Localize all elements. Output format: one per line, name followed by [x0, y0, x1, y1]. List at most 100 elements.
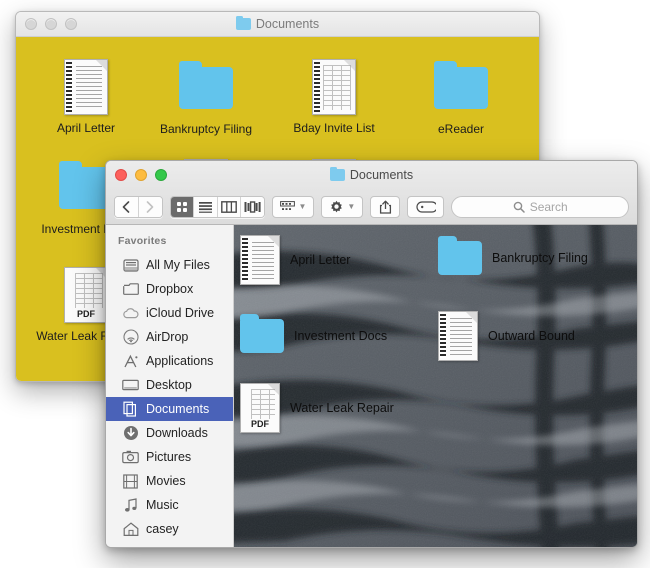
front-window-chrome: Documents ▼ ▼ Search [106, 161, 637, 225]
finder-window-front[interactable]: Documents ▼ ▼ Search Favorites All My Fi… [105, 160, 638, 548]
file-item-investment-docs[interactable]: Investment Docs [240, 314, 388, 353]
blue-folder-icon [438, 236, 482, 275]
music-icon [122, 497, 139, 514]
sidebar-item-label: Documents [146, 402, 210, 416]
applications-icon [122, 353, 139, 370]
sidebar-item-label: Music [146, 498, 179, 512]
back-window-title-text: Documents [255, 17, 320, 31]
share-button[interactable] [370, 196, 400, 218]
pdf-badge-label: PDF [77, 309, 95, 319]
front-window-titlebar[interactable]: Documents [106, 161, 637, 189]
back-window-title: Documents [235, 15, 320, 31]
arrange-grid-icon [280, 201, 296, 210]
all-my-files-icon [122, 257, 139, 274]
desktop-icon [122, 377, 139, 394]
sidebar-item-applications[interactable]: Applications [106, 349, 233, 373]
file-item-bankruptcy-filing[interactable]: Bankruptcy Filing [438, 236, 588, 275]
sidebar-item-documents[interactable]: Documents [106, 397, 233, 421]
list-view-button[interactable] [194, 197, 218, 217]
spreadsheet-document-icon [312, 59, 356, 115]
zoom-button[interactable] [65, 18, 77, 30]
share-icon [379, 200, 391, 214]
back-item-bday-invite-list[interactable]: Bday Invite List [274, 59, 394, 135]
close-button[interactable] [115, 169, 127, 181]
search-icon [513, 201, 525, 213]
coverflow-icon [244, 201, 261, 213]
close-button[interactable] [25, 18, 37, 30]
coverflow-view-button[interactable] [241, 197, 265, 217]
folder-icon [235, 15, 251, 30]
pdf-document-icon: PDF [240, 383, 280, 433]
sidebar-item-airdrop[interactable]: AirDrop [106, 325, 233, 349]
sidebar: Favorites All My Files Dropbox iCloud Dr… [106, 225, 234, 547]
view-mode-buttons[interactable] [169, 196, 266, 218]
blue-folder-icon [434, 61, 488, 109]
cloud-icon [122, 305, 139, 322]
sidebar-item-icloud-drive[interactable]: iCloud Drive [106, 301, 233, 325]
navigation-buttons[interactable] [114, 196, 163, 218]
column-view-button[interactable] [217, 197, 242, 217]
file-item-outward-bound[interactable]: Outward Bound [438, 311, 575, 361]
chevron-down-icon: ▼ [298, 202, 307, 211]
file-item-label: Investment Docs [294, 329, 388, 343]
action-menu-button[interactable]: ▼ [321, 196, 364, 218]
columns-icon [221, 201, 237, 213]
blue-folder-icon [179, 61, 233, 109]
minimize-button[interactable] [45, 18, 57, 30]
sidebar-item-label: Downloads [146, 426, 208, 440]
file-item-label: Water Leak Repair [290, 401, 394, 415]
sidebar-item-label: Pictures [146, 450, 192, 464]
home-icon [122, 521, 139, 538]
search-placeholder-text: Search [529, 200, 568, 214]
lined-document-icon [240, 235, 280, 285]
sidebar-section-favorites: Favorites [118, 235, 167, 247]
chevron-right-icon [146, 201, 154, 213]
search-input[interactable]: Search [451, 196, 629, 218]
sidebar-item-label: iCloud Drive [146, 306, 215, 320]
sidebar-item-music[interactable]: Music [106, 493, 233, 517]
sidebar-item-casey[interactable]: casey [106, 517, 233, 541]
front-window-traffic-lights[interactable] [115, 169, 167, 181]
back-window-titlebar[interactable]: Documents [16, 12, 539, 37]
folder-icon [122, 281, 139, 298]
zoom-button[interactable] [155, 169, 167, 181]
blue-folder-icon [240, 314, 284, 353]
file-item-water-leak-repair[interactable]: PDF Water Leak Repair [240, 383, 394, 433]
file-item-label: Bankruptcy Filing [492, 251, 588, 265]
back-item-ereader[interactable]: eReader [401, 61, 521, 136]
sidebar-item-all-my-files[interactable]: All My Files [106, 253, 233, 277]
edit-tags-button[interactable] [406, 196, 445, 218]
back-button[interactable] [115, 197, 139, 217]
sidebar-item-downloads[interactable]: Downloads [106, 421, 233, 445]
sidebar-item-pictures[interactable]: Pictures [106, 445, 233, 469]
finder-toolbar: ▼ ▼ Search [106, 189, 637, 225]
front-window-title: Documents [329, 166, 414, 182]
pdf-badge-label: PDF [251, 419, 269, 429]
sidebar-item-label: AirDrop [146, 330, 189, 344]
screenshot-stage: Documents April Letter Bankruptcy Filing [0, 0, 650, 568]
sidebar-item-label: Applications [146, 354, 214, 368]
icon-view-button[interactable] [170, 197, 195, 217]
minimize-button[interactable] [135, 169, 147, 181]
file-item-april-letter[interactable]: April Letter [240, 235, 350, 285]
back-window-traffic-lights[interactable] [25, 18, 77, 30]
lined-document-icon [64, 59, 108, 115]
file-item-label: April Letter [290, 253, 351, 267]
file-browser-content[interactable]: April Letter Bankruptcy Filing Investmen… [234, 225, 637, 547]
front-window-title-text: Documents [349, 168, 414, 182]
downloads-icon [122, 425, 139, 442]
movies-icon [122, 473, 139, 490]
lined-document-icon [438, 311, 478, 361]
arrange-by-button[interactable]: ▼ [272, 196, 315, 218]
back-item-april-letter[interactable]: April Letter [26, 59, 146, 135]
chevron-down-icon: ▼ [347, 202, 356, 211]
sidebar-item-movies[interactable]: Movies [106, 469, 233, 493]
sidebar-item-dropbox[interactable]: Dropbox [106, 277, 233, 301]
folder-icon [329, 166, 345, 181]
tag-icon [416, 201, 436, 213]
sidebar-item-desktop[interactable]: Desktop [106, 373, 233, 397]
sidebar-item-label: casey [146, 522, 179, 536]
back-item-bankruptcy-filing[interactable]: Bankruptcy Filing [146, 61, 266, 136]
forward-button[interactable] [138, 197, 162, 217]
front-window-body: Favorites All My Files Dropbox iCloud Dr… [106, 225, 637, 547]
